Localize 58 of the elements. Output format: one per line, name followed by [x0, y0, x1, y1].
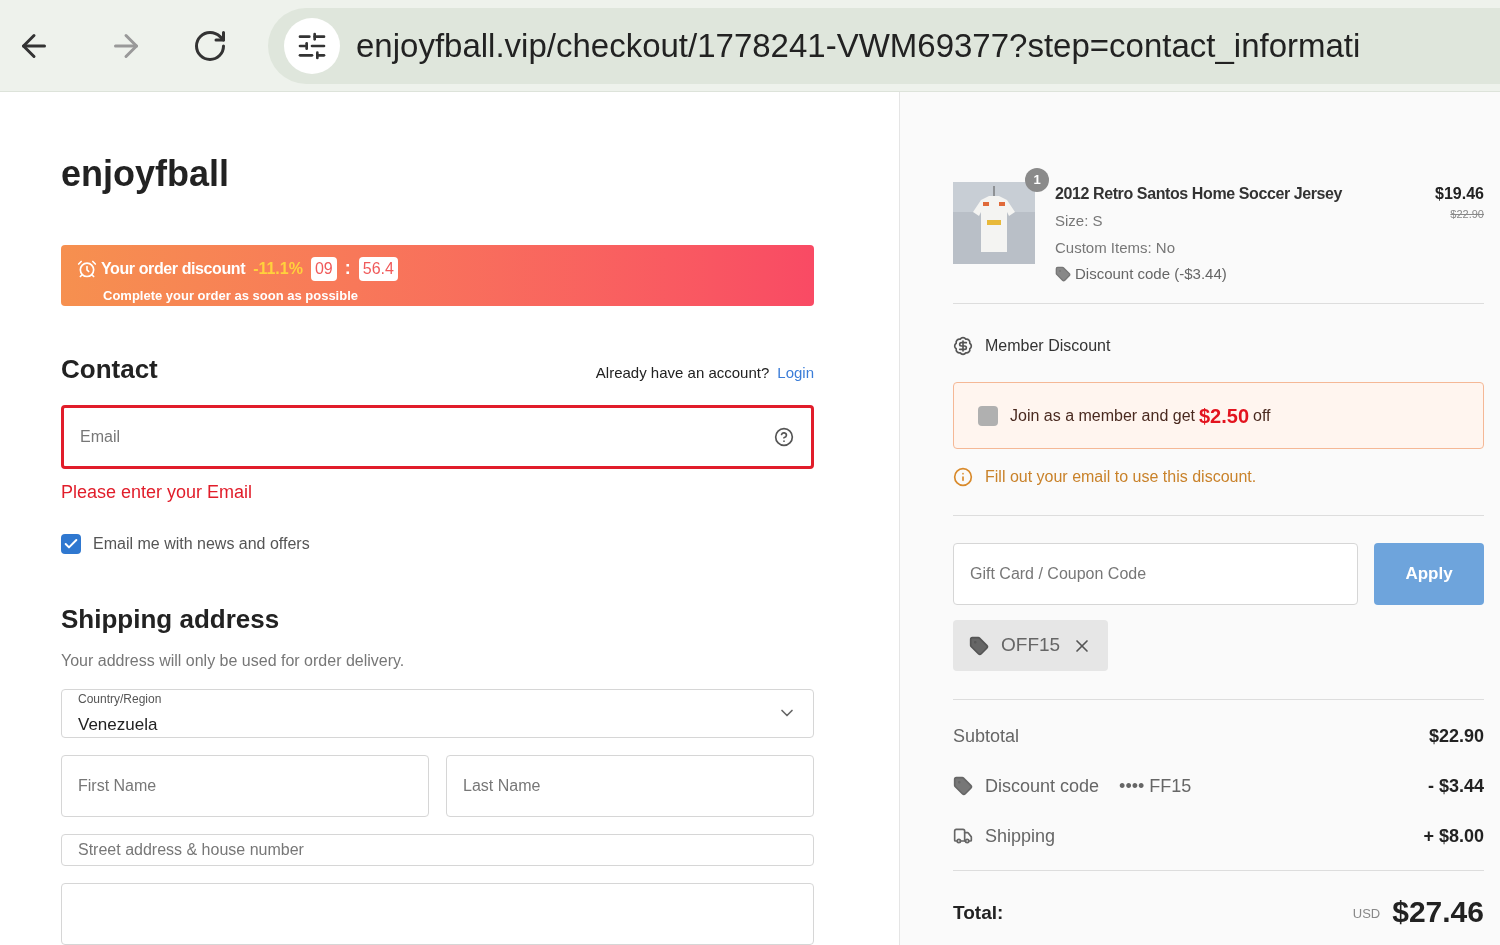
summary-label: Subtotal: [953, 724, 1020, 748]
tag-icon: [953, 776, 973, 796]
coupon-field[interactable]: Gift Card / Coupon Code: [953, 543, 1358, 605]
shipping-heading: Shipping address: [61, 602, 281, 636]
member-checkbox[interactable]: [978, 405, 998, 426]
summary-value: $22.90: [1428, 724, 1484, 748]
banner-title: Your order discount: [101, 258, 246, 279]
countdown-minutes: 09: [310, 256, 337, 281]
contact-heading: Contact: [61, 352, 158, 386]
info-icon: [953, 467, 973, 487]
total-currency: USD: [1352, 904, 1381, 923]
last-name-field[interactable]: Last Name: [446, 755, 814, 817]
address-bar[interactable]: enjoyfball.vip/checkout/1778241-VWM69377?step=contact_informati: [268, 7, 1500, 84]
email-error: Please enter your Email: [61, 480, 254, 504]
product-title: 2012 Retro Santos Home Soccer Jersey: [1055, 184, 1344, 204]
countdown-seconds: 56.4: [358, 256, 398, 281]
member-offer-suffix: off: [1253, 405, 1271, 426]
help-icon[interactable]: [774, 426, 794, 447]
address-field[interactable]: [61, 883, 814, 945]
product-size: Size: S: [1055, 211, 1104, 231]
banner-subtitle: Complete your order as soon as possible: [103, 287, 359, 305]
member-offer-text: Join as a member and get: [1010, 405, 1195, 426]
member-offer-amount: $2.50: [1199, 403, 1250, 429]
member-hint: Fill out your email to use this discount.: [985, 467, 1257, 487]
login-link[interactable]: Login: [777, 362, 814, 385]
url-text: enjoyfball.vip/checkout/1778241-VWM69377?step=contact_informati: [356, 25, 1361, 66]
countdown-separator: :: [344, 257, 351, 280]
member-heading: Member Discount: [985, 336, 1111, 356]
summary-label: Discount code: [985, 774, 1100, 798]
street-field[interactable]: Street address & house number: [61, 834, 814, 866]
newsletter-label: Email me with news and offers: [93, 533, 310, 554]
alarm-clock-icon: [77, 258, 97, 279]
summary-value: + $8.00: [1423, 824, 1484, 848]
summary-value: - $3.44: [1427, 774, 1484, 798]
email-field[interactable]: Email: [61, 404, 814, 469]
product-price: $19.46: [1435, 184, 1484, 204]
tag-icon: [969, 635, 989, 656]
store-logo[interactable]: enjoyfball: [61, 144, 814, 204]
applied-coupon-code: OFF15: [1001, 633, 1061, 658]
member-badge-icon: [953, 336, 973, 356]
first-name-field[interactable]: First Name: [61, 755, 429, 817]
quantity-badge: 1: [1025, 168, 1049, 192]
tag-icon: [1055, 266, 1071, 283]
newsletter-checkbox[interactable]: [61, 533, 81, 554]
product-custom: Custom Items: No: [1055, 237, 1177, 258]
account-prompt: Already have an account?: [595, 363, 770, 383]
summary-label: Shipping: [985, 824, 1056, 848]
country-label: Country/Region: [78, 690, 163, 708]
total-value: $27.46: [1392, 897, 1484, 927]
original-price: $22.90: [1450, 207, 1484, 222]
shipping-note: Your address will only be used for order delivery.: [61, 650, 406, 671]
country-select[interactable]: Country/Region Venezuela: [61, 688, 814, 738]
country-value: Venezuela: [78, 713, 159, 736]
total-label: Total:: [953, 900, 1004, 925]
discount-code: •••• FF15: [1119, 774, 1192, 798]
product-discount: Discount code (-$3.44): [1075, 264, 1227, 284]
truck-icon: [953, 826, 973, 846]
discount-percent: -11.1%: [253, 258, 303, 279]
